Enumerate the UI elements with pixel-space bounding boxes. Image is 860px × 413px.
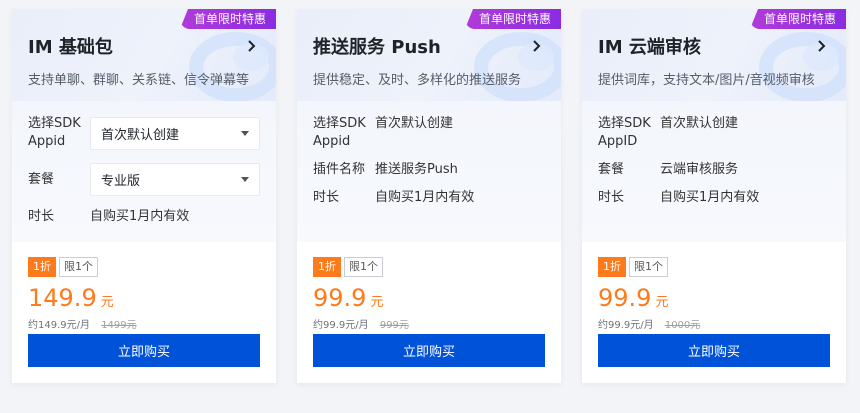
price-unit: 元 [655,295,669,310]
row-value: 推送服务Push [375,162,458,177]
row-value: 云端审核服务 [660,162,739,177]
price-unit: 元 [100,295,114,310]
row-label: 选择SDK Appid [313,116,366,149]
config-row-duration: 时长 自购买1月内有效 [313,189,545,207]
buy-now-button[interactable]: 立即购买 [28,334,260,367]
original-price: 999元 [379,320,409,331]
product-card-push: 首单限时特惠 推送服务 Push 提供稳定、及时、多样化的推送服务 选择SDK … [297,9,561,383]
caret-down-icon [241,177,249,182]
limit-badge: 限1个 [629,257,668,277]
discount-badge: 1折 [28,257,56,277]
card-header[interactable]: 首单限时特惠 IM 基础包 支持单聊、群聊、关系链、信令弹幕等 [12,9,276,101]
price-unit: 元 [370,295,384,310]
decorative-ring-graphic [474,32,561,101]
decorative-ring-graphic [189,32,276,101]
config-row-duration: 时长 自购买1月内有效 [598,189,830,207]
original-price: 1000元 [664,320,701,331]
row-label: 套餐 [598,162,625,177]
config-row-plan: 套餐 专业版 [28,163,260,196]
row-value: 首次默认创建 [660,116,739,131]
promo-ribbon: 首单限时特惠 [179,9,276,29]
row-value: 自购买1月内有效 [375,190,475,205]
config-row-plan: 套餐 云端审核服务 [598,161,830,179]
product-card-im-basic: 首单限时特惠 IM 基础包 支持单聊、群聊、关系链、信令弹幕等 选择SDK Ap… [12,9,276,383]
config-row-appid: 选择SDK Appid 首次默认创建 [313,115,545,151]
row-label: 时长 [598,190,625,205]
price-value: 149.9 [28,284,97,312]
caret-down-icon [241,130,249,136]
buy-now-button[interactable]: 立即购买 [598,334,830,367]
card-config: 选择SDK Appid 首次默认创建 插件名称 推送服务Push 时长 自购买1… [297,101,561,242]
limit-badge: 限1个 [344,257,383,277]
card-header[interactable]: 首单限时特惠 推送服务 Push 提供稳定、及时、多样化的推送服务 [297,9,561,101]
buy-now-button[interactable]: 立即购买 [313,334,545,367]
card-title: IM 云端审核 [598,37,701,58]
promo-ribbon: 首单限时特惠 [749,9,846,29]
row-label: 选择SDK Appid [28,116,81,149]
row-label: 插件名称 [313,162,366,177]
product-card-im-moderation: 首单限时特惠 IM 云端审核 提供词库，支持文本/图片/音视频审核 选择SDK … [582,9,846,383]
monthly-price: 约99.9元/月 [313,320,369,331]
price-value: 99.9 [313,284,367,312]
card-subtitle: 提供词库，支持文本/图片/音视频审核 [598,73,815,88]
price-area: 1折 限1个 99.9 元 约99.9元/月 999元 [297,257,561,331]
select-value: 首次默认创建 [101,127,180,143]
row-value: 自购买1月内有效 [90,209,190,224]
row-label: 时长 [28,209,55,224]
config-row-plugin: 插件名称 推送服务Push [313,161,545,179]
limit-badge: 限1个 [59,257,98,277]
card-header[interactable]: 首单限时特惠 IM 云端审核 提供词库，支持文本/图片/音视频审核 [582,9,846,101]
monthly-price: 约149.9元/月 [28,320,90,331]
chevron-right-icon[interactable] [816,40,828,52]
row-label: 时长 [313,190,340,205]
chevron-right-icon[interactable] [531,40,543,52]
promo-ribbon: 首单限时特惠 [464,9,561,29]
plan-select[interactable]: 专业版 [90,163,260,196]
select-value: 专业版 [101,174,141,189]
monthly-price: 约99.9元/月 [598,320,654,331]
product-cards: 首单限时特惠 IM 基础包 支持单聊、群聊、关系链、信令弹幕等 选择SDK Ap… [0,0,860,413]
row-label: 选择SDK AppID [598,116,651,149]
discount-badge: 1折 [313,257,341,277]
price-value: 99.9 [598,284,652,312]
price-area: 1折 限1个 99.9 元 约99.9元/月 1000元 [582,257,846,331]
config-row-appid: 选择SDK Appid 首次默认创建 [28,115,260,151]
card-config: 选择SDK AppID 首次默认创建 套餐 云端审核服务 时长 自购买1月内有效 [582,101,846,242]
price-area: 1折 限1个 149.9 元 约149.9元/月 1499元 [12,257,276,331]
card-config: 选择SDK Appid 首次默认创建 套餐 专业版 时长 自购买1月内有效 [12,101,276,242]
decorative-ring-graphic [759,32,846,101]
row-label: 套餐 [28,171,55,187]
card-subtitle: 提供稳定、及时、多样化的推送服务 [313,73,522,88]
row-value: 首次默认创建 [375,116,454,131]
config-row-appid: 选择SDK AppID 首次默认创建 [598,115,830,151]
original-price: 1499元 [101,320,137,331]
row-value: 自购买1月内有效 [660,190,760,205]
card-title: IM 基础包 [28,37,113,58]
config-row-duration: 时长 自购买1月内有效 [28,208,260,226]
card-title: 推送服务 Push [313,37,441,58]
chevron-right-icon[interactable] [246,40,258,52]
discount-badge: 1折 [598,257,626,277]
card-subtitle: 支持单聊、群聊、关系链、信令弹幕等 [28,73,250,88]
appid-select[interactable]: 首次默认创建 [90,116,260,150]
